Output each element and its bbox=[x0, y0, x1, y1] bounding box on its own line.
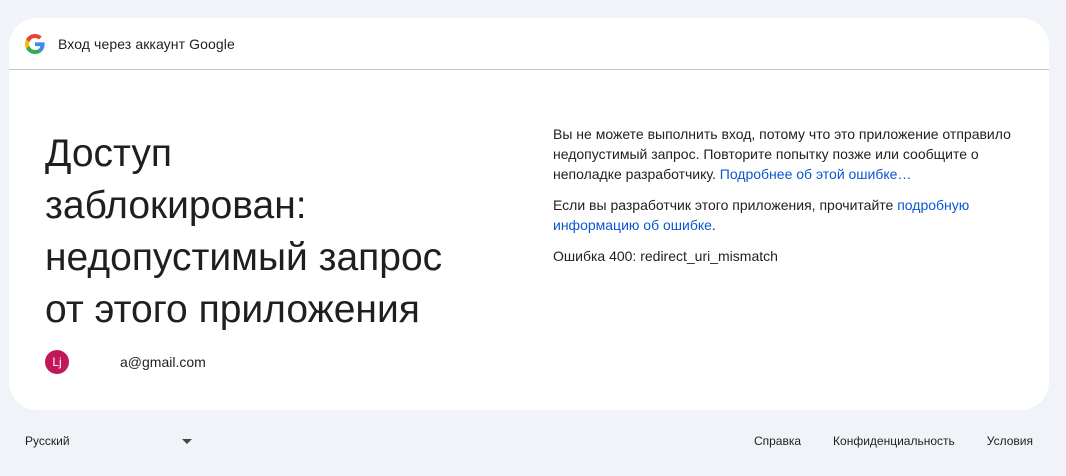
error-description: Вы не можете выполнить вход, потому что … bbox=[553, 124, 1023, 184]
page-title-line: от этого приложения bbox=[45, 288, 420, 331]
language-select[interactable]: Русский bbox=[25, 434, 195, 448]
page-title: Доступ заблокирован: недопустимый запрос… bbox=[45, 128, 525, 336]
headline-block: Доступ заблокирован: недопустимый запрос… bbox=[45, 128, 525, 336]
footer: Русский Справка Конфиденциальность Услов… bbox=[0, 428, 1066, 458]
developer-note-text: Если вы разработчик этого приложения, пр… bbox=[553, 197, 894, 213]
footer-link-terms[interactable]: Условия bbox=[987, 434, 1033, 448]
error-code: Ошибка 400: redirect_uri_mismatch bbox=[553, 248, 778, 264]
developer-note-suffix: . bbox=[711, 217, 716, 233]
footer-links: Справка Конфиденциальность Условия bbox=[722, 434, 1033, 448]
sign-in-card: Вход через аккаунт Google Доступ заблоки… bbox=[9, 18, 1049, 410]
avatar: Lj bbox=[45, 350, 69, 374]
google-g-icon bbox=[25, 33, 45, 54]
dropdown-caret-icon bbox=[182, 438, 192, 444]
page-title-line: Доступ bbox=[45, 132, 172, 175]
footer-link-help[interactable]: Справка bbox=[754, 434, 801, 448]
header-title: Вход через аккаунт Google bbox=[58, 35, 235, 52]
page-title-line: недопустимый запрос bbox=[45, 236, 443, 279]
language-select-value: Русский bbox=[25, 434, 70, 448]
account-chip[interactable]: Lj a@gmail.com bbox=[45, 350, 206, 374]
card-header: Вход через аккаунт Google bbox=[9, 18, 1049, 70]
account-email: a@gmail.com bbox=[120, 354, 206, 370]
footer-link-privacy[interactable]: Конфиденциальность bbox=[833, 434, 955, 448]
developer-note: Если вы разработчик этого приложения, пр… bbox=[553, 195, 1023, 235]
learn-more-link[interactable]: Подробнее об этой ошибке… bbox=[720, 166, 912, 182]
error-details: Вы не можете выполнить вход, потому что … bbox=[553, 124, 1023, 277]
page-title-line: заблокирован: bbox=[45, 184, 307, 227]
